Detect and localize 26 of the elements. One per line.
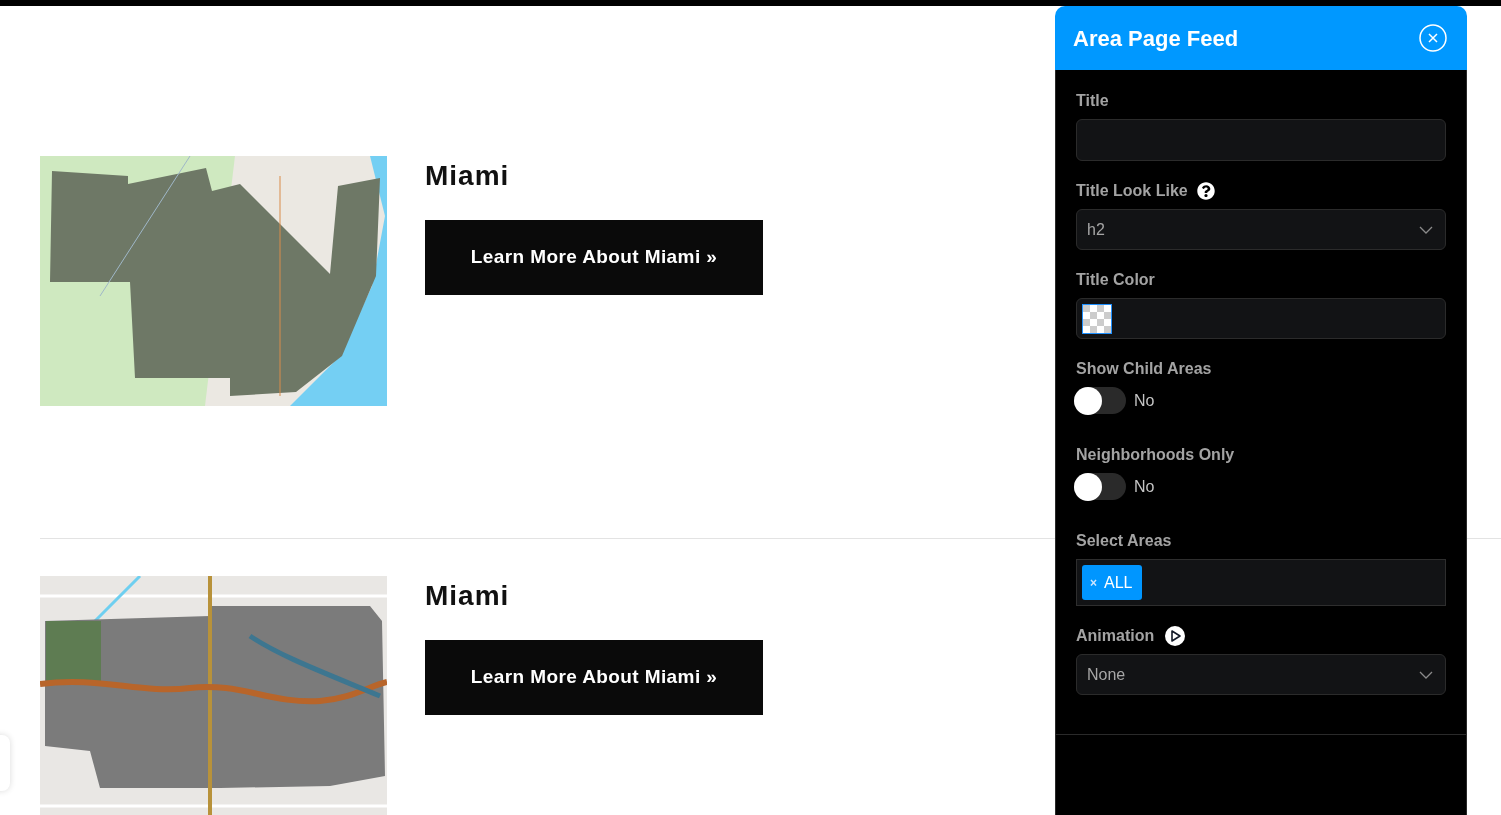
help-icon[interactable]: [1196, 182, 1215, 200]
field-label: Show Child Areas: [1076, 359, 1212, 379]
learn-more-button[interactable]: Learn More About Miami »: [425, 640, 763, 715]
field-label: Animation: [1076, 626, 1155, 646]
close-icon[interactable]: [1419, 24, 1447, 52]
toggle-label: No: [1134, 476, 1155, 497]
listing-title: Miami: [425, 160, 510, 192]
checkered-swatch-icon[interactable]: [1082, 303, 1112, 334]
toggle-switch[interactable]: [1074, 387, 1126, 414]
field-label: Title Color: [1076, 270, 1155, 290]
field-label: Title Look Like: [1076, 181, 1188, 201]
select-dropdown[interactable]: h2: [1076, 209, 1446, 250]
learn-more-button[interactable]: Learn More About Miami »: [425, 220, 763, 295]
toggle-switch[interactable]: [1074, 473, 1126, 500]
select-dropdown[interactable]: None: [1076, 654, 1446, 695]
chevron-down-icon: [1419, 670, 1433, 679]
toggle-label: No: [1134, 390, 1155, 411]
play-icon[interactable]: [1165, 626, 1186, 646]
chevron-down-icon: [1419, 225, 1433, 234]
listing-title: Miami: [425, 580, 510, 612]
panel-title: Area Page Feed: [1073, 24, 1239, 53]
field-label: Neighborhoods Only: [1076, 445, 1235, 465]
tag-label: ALL: [1104, 572, 1133, 593]
text-input[interactable]: [1076, 119, 1446, 161]
field-label: Select Areas: [1076, 531, 1172, 551]
field-label: Title: [1076, 91, 1109, 111]
